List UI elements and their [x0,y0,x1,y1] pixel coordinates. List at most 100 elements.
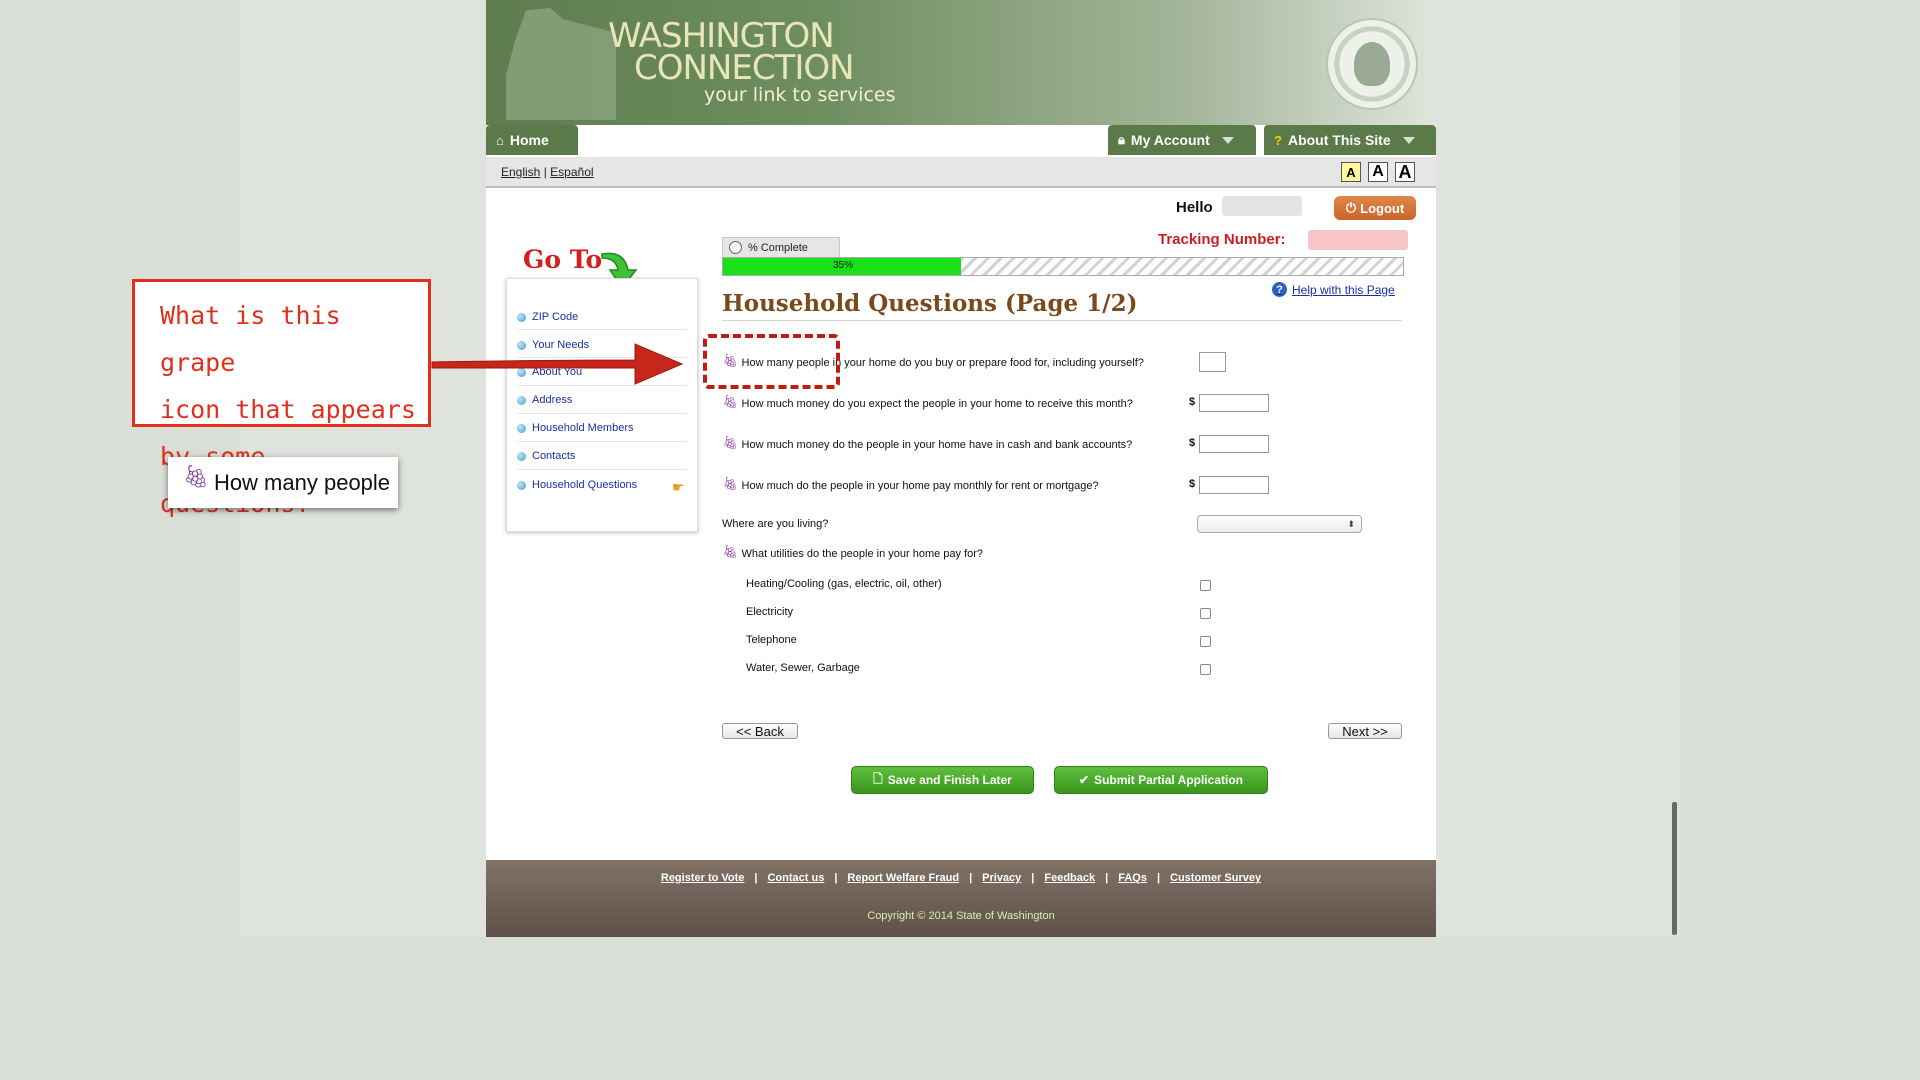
divider [517,329,687,330]
sidebar-item-label: Household Questions [532,479,638,491]
sidebar-item-address[interactable]: Address [517,394,572,406]
nav-about[interactable]: ? About This Site [1264,125,1436,155]
progress-tab-label: % Complete [748,241,808,254]
header-banner: WASHINGTON CONNECTION your link to servi… [486,0,1436,125]
sidebar-item-label: Household Members [532,422,634,434]
nav-my-account[interactable]: 🔒︎ My Account [1108,125,1256,155]
help-link-label: Help with this Page [1292,282,1395,297]
bullet-icon [517,480,526,490]
text-size-small-button[interactable]: A [1341,162,1361,182]
footer-separator: | [1031,872,1035,884]
user-name-redacted [1222,196,1302,216]
language-bar: English | Español A A A [486,157,1436,188]
lock-icon: 🔒︎ [1118,132,1125,147]
logout-button[interactable]: ⏻ Logout [1334,196,1416,220]
washington-state-map-icon [506,8,616,120]
callout-line: icon that appears [160,395,416,424]
divider [517,469,687,470]
spanish-link[interactable]: Español [550,165,593,179]
question-text: What utilities do the people in your hom… [741,548,984,560]
grape-icon: 🍇︎ [722,475,739,491]
callout-line: What is this grape [160,301,341,377]
power-icon: ⏻ [1345,200,1357,215]
living-situation-select[interactable]: ⬍ [1197,515,1362,533]
footer-link-report-welfare-fraud[interactable]: Report Welfare Fraud [847,872,959,884]
cash-accounts-input[interactable] [1199,435,1269,453]
footer-link-register-to-vote[interactable]: Register to Vote [661,872,745,884]
nav-home-label: Home [509,132,549,148]
select-arrows-icon: ⬍ [1347,519,1355,529]
progress-tab: % Complete [722,237,840,257]
copyright-text: Copyright © 2014 State of Washington [867,910,1055,922]
monthly-income-input[interactable] [1199,394,1269,412]
chevron-down-icon [1402,136,1415,144]
footer-link-faqs[interactable]: FAQs [1118,872,1147,884]
utility-checkbox-heating[interactable] [1200,580,1211,591]
nav-home[interactable]: ⌂ Home [486,125,578,155]
tracking-number-label: Tracking Number: [1158,231,1286,248]
language-separator: | [543,165,547,179]
footer-link-feedback[interactable]: Feedback [1044,872,1095,884]
divider [517,441,687,442]
rent-mortgage-input[interactable] [1199,476,1269,494]
divider [517,413,687,414]
nav-my-account-label: My Account [1130,132,1210,148]
site-logo[interactable]: WASHINGTON CONNECTION your link to servi… [608,19,895,106]
footer-separator: | [754,872,758,884]
help-question-icon: ? [1272,282,1287,297]
tracking-number-redacted [1308,230,1408,250]
dollar-prefix: $ [1189,437,1196,449]
nav-about-label: About This Site [1287,132,1391,148]
zoomed-grape-sample: 🍇︎ How many people [168,457,398,508]
checkmark-icon: ✔ [1079,773,1090,787]
grape-icon: 🍇︎ [722,393,739,409]
logo-line-2: CONNECTION [634,48,855,88]
progress-value: 35% [832,260,853,271]
english-link[interactable]: English [501,165,540,179]
utility-label-water: Water, Sewer, Garbage [746,662,860,674]
submit-button-label: Submit Partial Application [1094,773,1243,787]
save-button-label: Save and Finish Later [887,773,1012,787]
progress-bar: 35% [722,257,1404,276]
pointing-hand-icon: ☛ [672,479,685,495]
back-button[interactable]: << Back [722,723,798,739]
sidebar-item-zip-code[interactable]: ZIP Code [517,311,578,323]
footer-links: Register to Vote | Contact us | Report Welfa… [486,872,1436,884]
footer-link-customer-survey[interactable]: Customer Survey [1170,872,1261,884]
footer-separator: | [969,872,973,884]
logout-label: Logout [1360,200,1405,216]
page-footer: Register to Vote | Contact us | Report Welfa… [486,860,1436,937]
sidebar-item-household-questions[interactable]: Household Questions [517,479,637,491]
bullet-icon [517,312,526,322]
sidebar-item-contacts[interactable]: Contacts [517,450,575,462]
goto-sidebar: ZIP Code Your Needs About You Address Ho… [506,278,698,532]
scrollbar[interactable] [1672,802,1677,935]
state-seal-icon [1326,18,1418,110]
utility-checkbox-telephone[interactable] [1200,636,1211,647]
utility-checkbox-water[interactable] [1200,664,1211,675]
annotation-callout: What is this grape icon that appears by … [132,279,431,518]
utility-label-heating: Heating/Cooling (gas, electric, oil, oth… [746,578,942,590]
zoom-sample-text: How many people [213,469,391,495]
application-page: WASHINGTON CONNECTION your link to servi… [486,0,1436,937]
question-icon: ? [1274,132,1282,148]
sidebar-item-label: ZIP Code [532,311,579,323]
next-button[interactable]: Next >> [1328,723,1402,739]
save-finish-later-button[interactable]: 🗋︎ Save and Finish Later [851,766,1034,794]
help-link[interactable]: ? Help with this Page [1272,282,1395,297]
footer-link-contact-us[interactable]: Contact us [767,872,824,884]
submit-partial-application-button[interactable]: ✔ Submit Partial Application [1054,766,1268,794]
utility-label-telephone: Telephone [746,634,797,646]
home-icon: ⌂ [496,132,504,148]
utility-label-electricity: Electricity [746,606,794,618]
question-monthly-income: 🍇︎ How much money do you expect the peop… [722,393,1133,411]
sidebar-item-household-members[interactable]: Household Members [517,422,634,434]
household-size-input[interactable] [1199,352,1226,372]
text-size-medium-button[interactable]: A [1368,162,1388,182]
footer-link-privacy[interactable]: Privacy [982,872,1021,884]
bullet-icon [517,423,526,433]
question-text: How much money do you expect the people … [741,398,1133,410]
clock-icon [729,241,742,254]
text-size-large-button[interactable]: A [1395,162,1415,182]
utility-checkbox-electricity[interactable] [1200,608,1211,619]
